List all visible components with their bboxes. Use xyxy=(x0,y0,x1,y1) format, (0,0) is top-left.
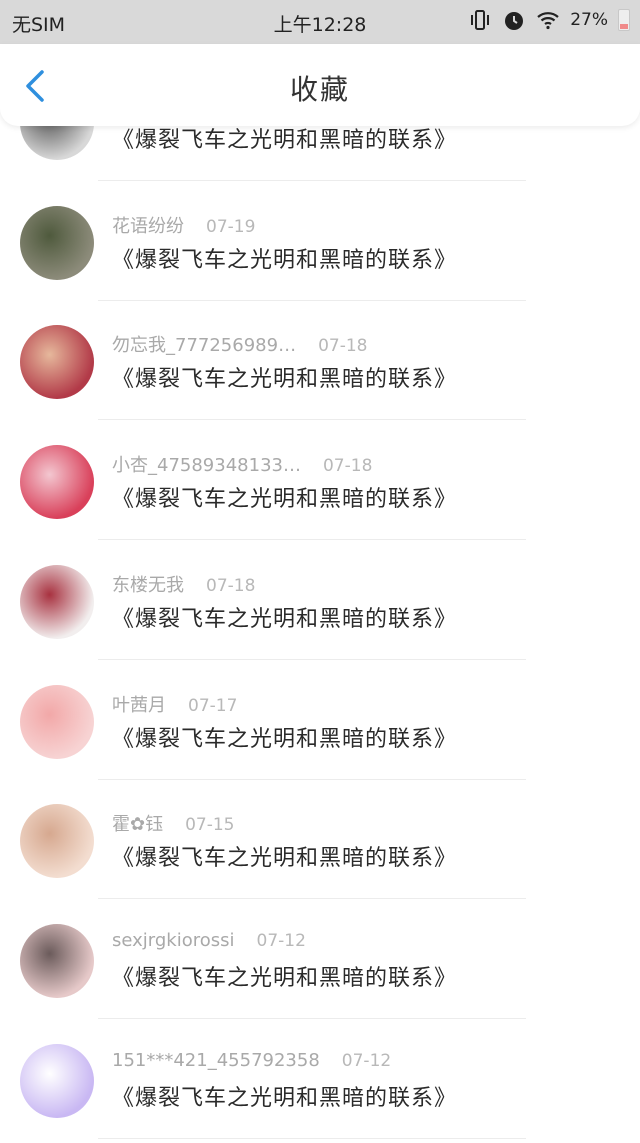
post-date: 07-18 xyxy=(318,336,368,357)
row-divider xyxy=(98,778,526,780)
item-meta: sexjrgkiorossi 07-12 xyxy=(112,930,306,951)
list-item[interactable]: 小杏_47589348133… 07-18 《爆裂飞车之光明和黑暗的联系》 xyxy=(0,425,640,545)
list-item[interactable]: 151***421_455792358 07-12 《爆裂飞车之光明和黑暗的联系》 xyxy=(0,1024,640,1143)
username[interactable]: sexjrgkiorossi xyxy=(112,930,235,951)
post-date: 07-18 xyxy=(322,456,373,477)
favorite-title[interactable]: 《爆裂飞车之光明和黑暗的联系》 xyxy=(112,361,457,393)
vibrate-icon xyxy=(471,10,490,30)
username[interactable]: 花语纷纷 xyxy=(112,216,184,237)
row-divider xyxy=(98,180,526,181)
list-item[interactable]: sexjrgkiorossi 07-12 《爆裂飞车之光明和黑暗的联系》 xyxy=(0,904,640,1024)
username[interactable]: 叶茜月 xyxy=(112,695,166,716)
row-divider xyxy=(98,658,526,660)
avatar[interactable] xyxy=(20,445,94,520)
list-item[interactable]: 东楼无我 07-18 《爆裂飞车之光明和黑暗的联系》 xyxy=(0,545,640,665)
item-meta: 勿忘我_777256989… 07-18 xyxy=(112,331,367,357)
avatar[interactable] xyxy=(20,804,94,879)
avatar[interactable] xyxy=(20,923,94,998)
battery-percent: 27% xyxy=(570,10,608,30)
post-date: 07-12 xyxy=(256,930,306,951)
favorite-title[interactable]: 《爆裂飞车之光明和黑暗的联系》 xyxy=(112,960,457,992)
favorite-title[interactable]: 《爆裂飞车之光明和黑暗的联系》 xyxy=(112,1080,457,1112)
favorite-title[interactable]: 《爆裂飞车之光明和黑暗的联系》 xyxy=(112,481,457,513)
avatar[interactable] xyxy=(20,684,94,759)
post-date: 07-19 xyxy=(206,216,256,237)
list-item[interactable]: 叶茜月 07-17 《爆裂飞车之光明和黑暗的联系》 xyxy=(0,665,640,785)
item-meta: 叶茜月 07-17 xyxy=(112,691,237,717)
list-item[interactable]: 勿忘我_777256989… 07-18 《爆裂飞车之光明和黑暗的联系》 xyxy=(0,305,640,425)
row-divider xyxy=(98,1017,526,1019)
favorite-title[interactable]: 《爆裂飞车之光明和黑暗的联系》 xyxy=(112,840,457,872)
page-title: 收藏 xyxy=(289,73,350,106)
row-divider xyxy=(98,539,526,541)
nav-bar: 收藏 xyxy=(0,44,640,126)
item-meta: 花语纷纷 07-19 xyxy=(112,212,255,238)
item-meta: 小杏_47589348133… 07-18 xyxy=(112,451,372,477)
row-divider xyxy=(98,419,526,421)
favorite-title[interactable]: 《爆裂飞车之光明和黑暗的联系》 xyxy=(112,721,457,753)
row-divider xyxy=(98,299,526,301)
avatar[interactable] xyxy=(20,325,94,400)
favorite-title[interactable]: 《爆裂飞车之光明和黑暗的联系》 xyxy=(112,242,457,274)
username[interactable]: 东楼无我 xyxy=(112,575,184,596)
username[interactable]: 勿忘我_777256989… xyxy=(112,335,296,356)
favorite-title[interactable]: 《爆裂飞车之光明和黑暗的联系》 xyxy=(112,122,457,154)
username[interactable]: 小杏_47589348133… xyxy=(112,455,301,476)
favorite-title[interactable]: 《爆裂飞车之光明和黑暗的联系》 xyxy=(112,601,457,633)
item-meta: 霍✿钰 07-15 xyxy=(112,810,235,836)
item-meta: 东楼无我 07-18 xyxy=(112,571,255,597)
alarm-icon xyxy=(505,12,524,30)
list-item[interactable]: 花语纷纷 07-19 《爆裂飞车之光明和黑暗的联系》 xyxy=(0,186,640,306)
post-date: 07-18 xyxy=(206,575,256,596)
status-icons: 27% xyxy=(468,8,630,32)
post-date: 07-15 xyxy=(185,815,235,836)
username[interactable]: 霍✿钰 xyxy=(112,814,163,835)
list-item[interactable]: 霍✿钰 07-15 《爆裂飞车之光明和黑暗的联系》 xyxy=(0,784,640,904)
username[interactable]: 151***421_455792358 xyxy=(112,1050,320,1071)
avatar[interactable] xyxy=(20,1043,94,1118)
avatar[interactable] xyxy=(20,205,94,280)
avatar[interactable] xyxy=(20,564,94,639)
item-meta: 151***421_455792358 07-12 xyxy=(112,1050,391,1071)
battery-icon xyxy=(618,9,630,31)
post-date: 07-12 xyxy=(341,1050,392,1071)
row-divider xyxy=(98,898,526,900)
wifi-icon xyxy=(537,12,559,30)
post-date: 07-17 xyxy=(188,695,238,716)
status-bar: 无SIM 上午12:28 27% xyxy=(0,0,640,44)
